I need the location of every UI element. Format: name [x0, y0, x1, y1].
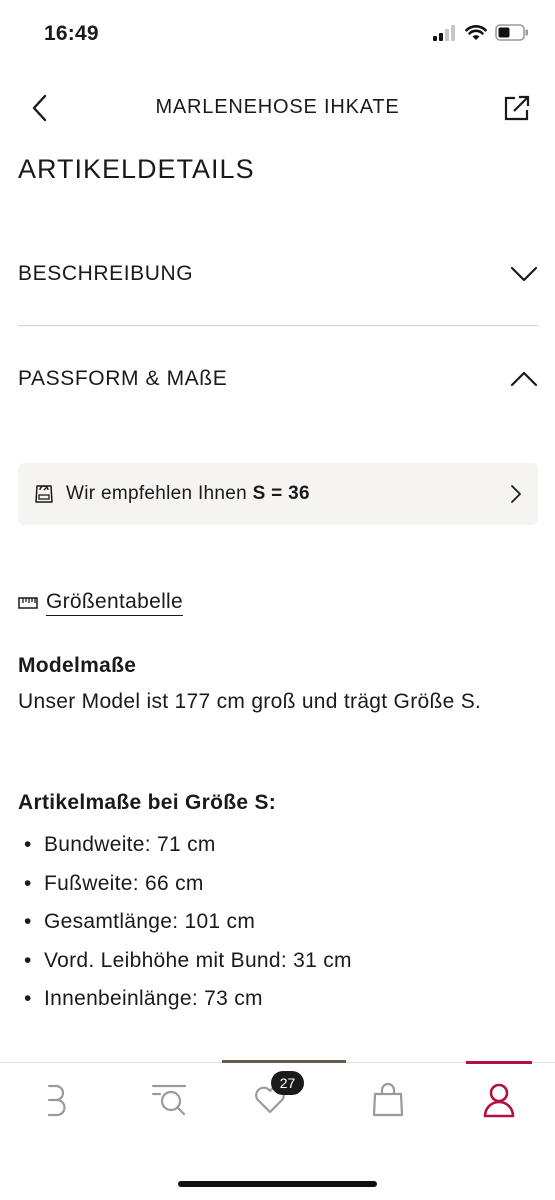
list-item: • Fußweite: 66 cm [24, 865, 352, 904]
user-icon [483, 1083, 515, 1118]
measurement-value: Bundweite: 71 cm [44, 833, 216, 856]
tab-account[interactable] [469, 1075, 529, 1125]
status-bar: 16:49 [0, 0, 555, 70]
chevron-down-icon [510, 266, 538, 282]
share-button[interactable] [499, 90, 535, 126]
measurement-value: Vord. Leibhöhe mit Bund: 31 cm [44, 948, 352, 972]
tab-bag[interactable] [358, 1075, 418, 1125]
tab-search[interactable] [139, 1075, 199, 1125]
page-title: MARLENEHOSE IHKATE [155, 96, 400, 118]
status-time: 16:49 [44, 22, 99, 45]
cellular-signal-icon [433, 24, 457, 46]
shopping-bag-icon [372, 1082, 404, 1117]
share-icon [504, 95, 530, 121]
home-indicator [178, 1181, 377, 1187]
list-item: • Innenbeinlänge: 73 cm [24, 980, 352, 1019]
status-icons [433, 24, 529, 46]
size-table-label: Größentabelle [46, 590, 183, 616]
bottom-tab-bar: 27 [0, 1060, 555, 1200]
wifi-icon [465, 24, 487, 46]
article-measurements-list: • Bundweite: 71 cm • Fußweite: 66 cm • Gesa… [24, 826, 352, 1019]
size-recommendation-text: Wir empfehlen Ihnen S = 36 [66, 483, 510, 505]
divider [18, 325, 538, 326]
model-measurements-heading: Modelmaße [18, 654, 137, 677]
size-recommendation-card[interactable]: Wir empfehlen Ihnen S = 36 [18, 463, 538, 525]
image-edge [222, 1060, 346, 1063]
accordion-fit-measurements[interactable]: PASSFORM & MAßE [18, 349, 538, 409]
brand-b-icon [47, 1084, 66, 1117]
list-item: • Vord. Leibhöhe mit Bund: 31 cm [24, 942, 352, 981]
recommended-size: S = 36 [252, 483, 310, 504]
accordion-description[interactable]: BESCHREIBUNG [18, 244, 538, 304]
scale-icon [35, 485, 53, 503]
size-table-link[interactable]: Größentabelle [18, 590, 183, 616]
active-tab-indicator [466, 1061, 532, 1064]
measurement-value: Innenbeinlänge: 73 cm [44, 987, 263, 1010]
section-title: ARTIKELDETAILS [18, 154, 255, 184]
tab-home[interactable] [26, 1075, 86, 1125]
article-measurements-heading: Artikelmaße bei Größe S: [18, 791, 277, 814]
measurement-value: Gesamtlänge: 101 cm [44, 910, 256, 933]
search-icon [151, 1084, 187, 1116]
recommendation-prefix: Wir empfehlen Ihnen [66, 483, 248, 504]
model-measurements-text: Unser Model ist 177 cm groß und trägt Gr… [18, 690, 482, 713]
ruler-icon [18, 597, 38, 609]
chevron-up-icon [510, 371, 538, 387]
navigation-header: MARLENEHOSE IHKATE [0, 78, 555, 138]
battery-icon [495, 24, 529, 46]
list-item: • Bundweite: 71 cm [24, 826, 352, 865]
wishlist-count-badge: 27 [271, 1071, 304, 1095]
accordion-fit-label: PASSFORM & MAßE [18, 367, 228, 390]
measurement-value: Fußweite: 66 cm [44, 871, 204, 895]
accordion-description-label: BESCHREIBUNG [18, 262, 194, 285]
chevron-right-icon [511, 485, 521, 503]
list-item: • Gesamtlänge: 101 cm [24, 903, 352, 942]
